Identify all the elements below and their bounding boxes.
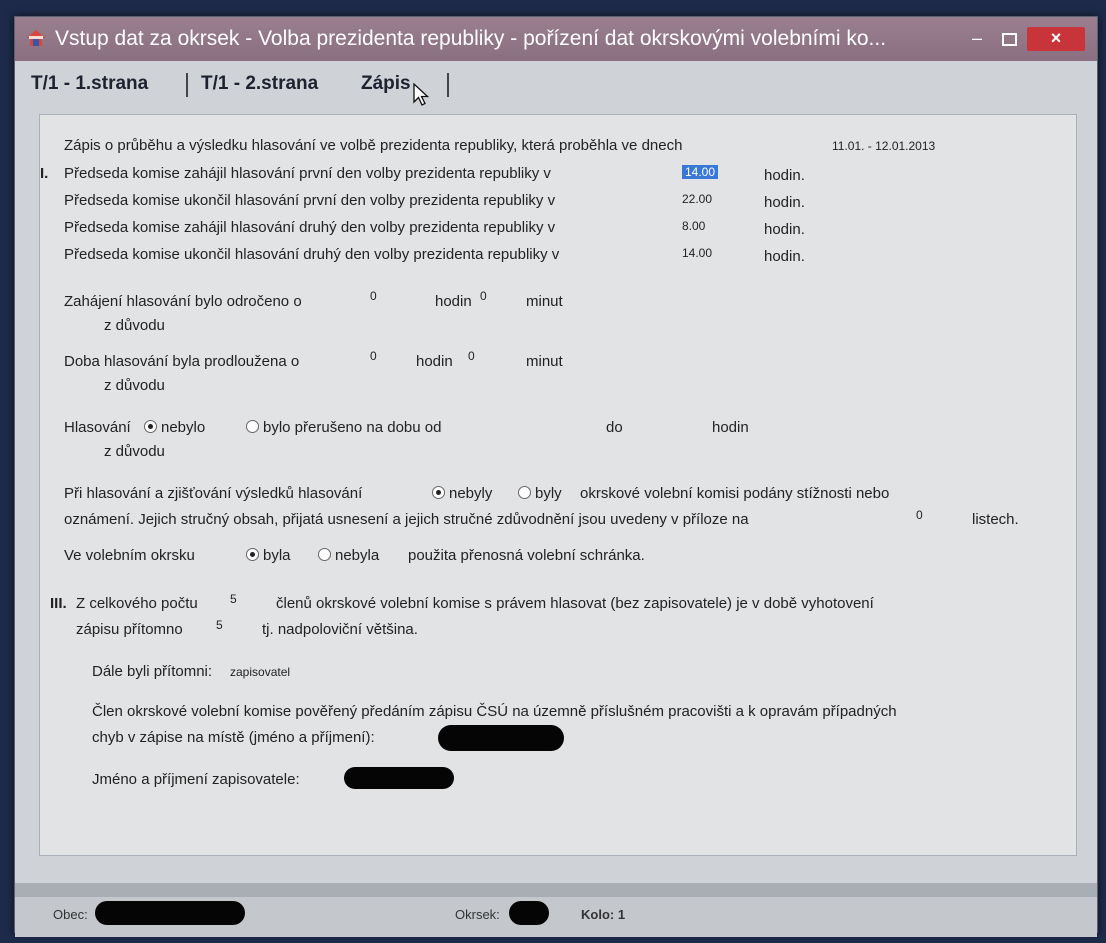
- delay-reason-label: z důvodu: [104, 317, 165, 334]
- section-number-1: I.: [40, 165, 49, 182]
- tab-page-1[interactable]: T/1 - 1.strana: [31, 73, 148, 95]
- radio-label: nebyly: [449, 485, 493, 502]
- complaints-yes-radio[interactable]: byly: [518, 485, 562, 502]
- hours-label: hodin.: [764, 194, 805, 211]
- delay-label: Zahájení hlasování bylo odročeno o: [64, 293, 302, 310]
- district-label: Okrsek:: [455, 907, 500, 922]
- start-day2-label: Předseda komise zahájil hlasování druhý …: [64, 219, 556, 236]
- interrupt-label: Hlasování: [64, 419, 131, 436]
- interrupt-yes-radio[interactable]: bylo přerušeno na dobu od: [246, 419, 441, 436]
- end-day1-label: Předseda komise ukončil hlasování první …: [64, 192, 556, 209]
- ballot-box-label: Ve volebním okrsku: [64, 547, 195, 564]
- hours-label: hodin.: [764, 221, 805, 238]
- members-label: Z celkového počtu: [76, 595, 198, 612]
- radio-selected-icon: [432, 486, 445, 499]
- start-day2-field[interactable]: 8.00: [682, 219, 705, 233]
- election-dates: 11.01. - 12.01.2013: [832, 139, 936, 153]
- redacted-district: [509, 901, 549, 925]
- hours-label: hodin.: [764, 167, 805, 184]
- present-label: zápisu přítomno: [76, 621, 183, 638]
- extend-label: Doba hlasování byla prodloužena o: [64, 353, 300, 370]
- radio-empty-icon: [246, 420, 259, 433]
- interrupt-reason-label: z důvodu: [104, 443, 165, 460]
- close-button[interactable]: ×: [1027, 27, 1085, 51]
- delay-minutes-field[interactable]: 0: [480, 289, 487, 303]
- redacted-municipality: [95, 901, 245, 925]
- hours-label: hodin.: [764, 248, 805, 265]
- window-title: Vstup dat za okrsek - Volba prezidenta r…: [55, 27, 887, 50]
- tab-zapis[interactable]: Zápis: [361, 73, 411, 95]
- hours-unit: hodin: [435, 293, 472, 310]
- complaints-label: Při hlasování a zjišťování výsledků hlas…: [64, 485, 363, 502]
- recorder-name-label: Jméno a příjmení zapisovatele:: [92, 771, 300, 788]
- minutes-unit: minut: [526, 293, 563, 310]
- municipality-label: Obec:: [53, 907, 88, 922]
- hours-unit: hodin: [712, 419, 749, 436]
- radio-label: bylo přerušeno na dobu od: [263, 419, 442, 436]
- title-bar: Vstup dat za okrsek - Volba prezidenta r…: [15, 17, 1097, 61]
- intro-text: Zápis o průběhu a výsledku hlasování ve …: [64, 137, 683, 154]
- redacted-name: [438, 725, 564, 751]
- ballot-box-no-radio[interactable]: nebyla: [318, 547, 379, 564]
- end-day2-field[interactable]: 14.00: [682, 246, 712, 260]
- end-day2-label: Předseda komise ukončil hlasování druhý …: [64, 246, 560, 263]
- complaints-no-radio[interactable]: nebyly: [432, 485, 492, 502]
- majority-text: tj. nadpoloviční většina.: [262, 621, 418, 638]
- radio-label: nebylo: [161, 419, 206, 436]
- status-bar: Obec: Okrsek: Kolo: 1: [15, 883, 1097, 937]
- tab-bar: T/1 - 1.strana T/1 - 2.strana Zápis: [21, 69, 1091, 106]
- round-label: Kolo: 1: [581, 907, 626, 922]
- minimize-button[interactable]: –: [963, 27, 991, 51]
- start-day1-label: Předseda komise zahájil hlasování první …: [64, 165, 551, 182]
- members-text: členů okrskové volební komise s právem h…: [276, 595, 874, 612]
- mouse-cursor-icon: [413, 83, 430, 106]
- ballot-box-text: použita přenosná volební schránka.: [408, 547, 645, 564]
- end-day1-field[interactable]: 22.00: [682, 192, 712, 206]
- hours-unit: hodin: [416, 353, 453, 370]
- members-total-field[interactable]: 5: [230, 592, 237, 606]
- radio-label: nebyla: [335, 547, 380, 564]
- sheets-label: listech.: [972, 511, 1019, 528]
- application-window: Vstup dat za okrsek - Volba prezidenta r…: [14, 16, 1098, 937]
- delay-hours-field[interactable]: 0: [370, 289, 377, 303]
- minutes-unit: minut: [526, 353, 563, 370]
- extend-minutes-field[interactable]: 0: [468, 349, 475, 363]
- radio-label: byly: [535, 485, 562, 502]
- radio-selected-icon: [246, 548, 259, 561]
- interrupt-no-radio[interactable]: nebylo: [144, 419, 205, 436]
- others-present-label: Dále byli přítomni:: [92, 663, 213, 680]
- maximize-button[interactable]: [995, 27, 1023, 51]
- zapis-form: Zápis o průběhu a výsledku hlasování ve …: [39, 114, 1077, 856]
- complaints-sheets-field[interactable]: 0: [916, 508, 923, 522]
- redacted-name: [344, 767, 454, 789]
- ballot-box-yes-radio[interactable]: byla: [246, 547, 291, 564]
- radio-empty-icon: [318, 548, 331, 561]
- section-number-3: III.: [50, 595, 67, 612]
- app-icon: [27, 30, 45, 46]
- others-present-field[interactable]: zapisovatel: [230, 665, 290, 679]
- delegated-member-label: Člen okrskové volební komise pověřený př…: [92, 703, 897, 720]
- present-count-field[interactable]: 5: [216, 618, 223, 632]
- start-day1-field[interactable]: 14.00: [682, 165, 719, 179]
- extend-reason-label: z důvodu: [104, 377, 165, 394]
- maximize-icon: [1001, 33, 1017, 46]
- tab-divider: [447, 73, 449, 97]
- complaints-text: okrskové volební komisi podány stížnosti…: [580, 485, 890, 502]
- delegated-member-label-line2: chyb v zápise na místě (jméno a příjmení…: [92, 729, 375, 746]
- radio-selected-icon: [144, 420, 157, 433]
- tab-divider: [186, 73, 188, 97]
- extend-hours-field[interactable]: 0: [370, 349, 377, 363]
- radio-label: byla: [263, 547, 291, 564]
- complaints-text-line2: oznámení. Jejich stručný obsah, přijatá …: [64, 511, 749, 528]
- to-label: do: [606, 419, 623, 436]
- radio-empty-icon: [518, 486, 531, 499]
- tab-page-2[interactable]: T/1 - 2.strana: [201, 73, 318, 95]
